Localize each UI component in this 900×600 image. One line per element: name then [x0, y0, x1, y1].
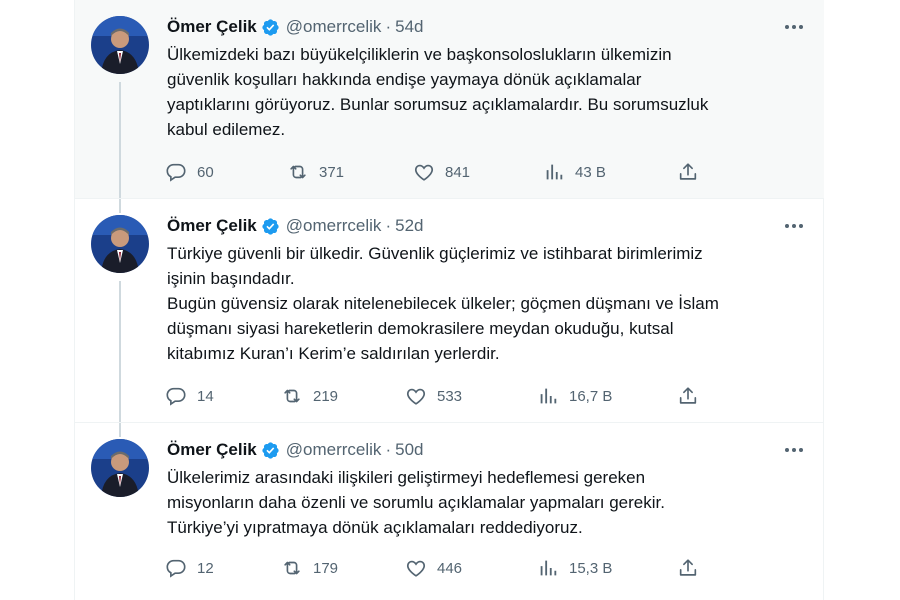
retweet-button[interactable]: 219	[281, 385, 338, 407]
like-count: 841	[445, 163, 471, 181]
separator-dot: ·	[385, 216, 392, 235]
reply-icon	[166, 559, 186, 578]
like-button[interactable]: 841	[413, 161, 470, 183]
tweet[interactable]: Ömer Çelik @omerrcelik · 54d Ülkemizdeki…	[75, 0, 824, 198]
author-handle[interactable]: @omerrcelik	[286, 17, 382, 37]
separator-dot: ·	[385, 17, 392, 36]
tweet-text-line: güvenlik koşulları hakkında endişe yayma…	[167, 70, 642, 89]
share-icon	[679, 559, 697, 576]
tweet-header: Ömer Çelik @omerrcelik · 54d	[167, 15, 806, 39]
avatar[interactable]	[91, 439, 149, 497]
tweet-text-line: misyonların daha özenli ve sorumlu açıkl…	[167, 493, 665, 512]
retweet-icon	[284, 561, 300, 575]
views-icon	[540, 388, 557, 404]
tweet-text: Türkiye güvenli bir ülkedir. Güvenlik gü…	[167, 241, 800, 366]
tweet-header: Ömer Çelik @omerrcelik · 50d	[167, 438, 806, 462]
retweet-count: 219	[313, 387, 339, 405]
verified-badge-icon	[262, 441, 279, 459]
tweet-text-line: Ülkelerimiz arasındaki ilişkileri gelişt…	[167, 468, 646, 487]
like-icon	[406, 388, 426, 405]
retweet-button[interactable]: 371	[287, 161, 344, 183]
like-button[interactable]: 533	[405, 385, 462, 407]
tweet-text-line: Türkiye güvenli bir ülkedir. Güvenlik gü…	[167, 244, 703, 263]
tweet-text-line: yaptıklarını görüyoruz. Bunlar sorumsuz …	[167, 95, 709, 114]
views-count: 16,7 B	[569, 387, 613, 405]
views-count: 15,3 B	[569, 559, 613, 577]
views-icon	[546, 164, 563, 180]
author-handle[interactable]: @omerrcelik	[286, 216, 382, 236]
tweet-text-line: Türkiye’yi yıpratmaya dönük açıklamaları…	[167, 518, 583, 537]
more-icon[interactable]	[782, 440, 806, 460]
reply-count: 14	[197, 387, 214, 405]
tweet-actions: 12 179 446 15,3 B	[165, 556, 705, 580]
tweet-timestamp[interactable]: 50d	[395, 440, 423, 460]
author-name[interactable]: Ömer Çelik	[167, 17, 257, 37]
tweet-text-line: işinin başındadır.	[167, 269, 295, 288]
like-icon	[414, 164, 434, 181]
like-count: 533	[437, 387, 463, 405]
reply-icon	[166, 387, 186, 406]
reply-button[interactable]: 12	[165, 557, 214, 579]
like-count: 446	[437, 559, 463, 577]
share-icon	[679, 163, 697, 180]
thread-connector-line	[119, 199, 121, 213]
thread-connector-line	[119, 281, 121, 423]
tweet-text-line: Ülkemizdeki bazı büyükelçiliklerin ve ba…	[167, 45, 672, 64]
views-button[interactable]: 16,7 B	[537, 385, 612, 407]
like-button[interactable]: 446	[405, 557, 462, 579]
share-button[interactable]	[677, 161, 699, 183]
views-count: 43 B	[575, 163, 606, 181]
tweet-text-line: kitabımız Kuran’ı Kerim’e saldırılan yer…	[167, 344, 500, 363]
author-name[interactable]: Ömer Çelik	[167, 440, 257, 460]
tweet-text-line: düşmanı siyasi hareketlerin demokrasiler…	[167, 319, 674, 338]
more-icon[interactable]	[782, 216, 806, 236]
retweet-count: 371	[319, 163, 345, 181]
avatar[interactable]	[91, 215, 149, 273]
author-handle[interactable]: @omerrcelik	[286, 440, 382, 460]
views-button[interactable]: 43 B	[543, 161, 606, 183]
views-icon	[540, 560, 557, 576]
verified-badge-icon	[262, 18, 279, 36]
reply-button[interactable]: 14	[165, 385, 214, 407]
tweet[interactable]: Ömer Çelik @omerrcelik · 50d Ülkelerimiz…	[75, 422, 824, 600]
views-button[interactable]: 15,3 B	[537, 557, 612, 579]
tweet-text-line: Bugün güvensiz olarak nitelenebilecek ül…	[167, 294, 719, 313]
retweet-icon	[284, 389, 300, 403]
avatar[interactable]	[91, 16, 149, 74]
tweet-header: Ömer Çelik @omerrcelik · 52d	[167, 214, 806, 238]
tweet-timestamp[interactable]: 52d	[395, 216, 423, 236]
reply-count: 12	[197, 559, 214, 577]
thread-connector-line	[119, 423, 121, 437]
retweet-button[interactable]: 179	[281, 557, 338, 579]
tweet[interactable]: Ömer Çelik @omerrcelik · 52d Türkiye güv…	[75, 198, 824, 423]
share-button[interactable]	[677, 557, 699, 579]
tweet-timestamp[interactable]: 54d	[395, 17, 423, 37]
thread-connector-line	[119, 82, 121, 198]
share-icon	[679, 387, 697, 404]
tweet-text-line: kabul edilemez.	[167, 120, 286, 139]
share-button[interactable]	[677, 385, 699, 407]
reply-count: 60	[197, 163, 214, 181]
tweet-thread: Ömer Çelik @omerrcelik · 54d Ülkemizdeki…	[74, 0, 824, 600]
more-icon[interactable]	[782, 17, 806, 37]
tweet-actions: 14 219 533 16,7 B	[165, 384, 705, 408]
like-icon	[406, 560, 426, 577]
verified-badge-icon	[262, 217, 279, 235]
tweet-actions: 60 371 841 43 B	[165, 160, 705, 184]
retweet-count: 179	[313, 559, 339, 577]
author-name[interactable]: Ömer Çelik	[167, 216, 257, 236]
tweet-text: Ülkemizdeki bazı büyükelçiliklerin ve ba…	[167, 42, 800, 142]
tweet-text: Ülkelerimiz arasındaki ilişkileri gelişt…	[167, 465, 800, 540]
separator-dot: ·	[385, 440, 392, 459]
reply-button[interactable]: 60	[165, 161, 214, 183]
reply-icon	[166, 163, 186, 182]
retweet-icon	[290, 165, 306, 179]
